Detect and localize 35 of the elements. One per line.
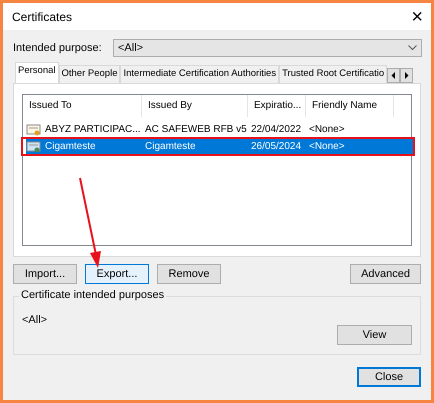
field-label: Intended purpose: [13, 42, 103, 54]
column-header[interactable]: Friendly Name [306, 95, 394, 117]
tab[interactable]: Trusted Root Certificatio [279, 65, 388, 83]
table-cell-text: Cigamteste [44, 141, 97, 152]
certificate-row[interactable]: ABYZ PARTICIPAC... AC SAFEWEB RFB v5 22/04/2022 <None> [26, 122, 411, 137]
dialog-button[interactable]: Import... [13, 264, 77, 284]
scroll-right-icon[interactable] [400, 68, 414, 83]
purposes-value: <All> [22, 314, 48, 326]
certificate-icon [26, 140, 42, 154]
table-cell-text: <None> [308, 124, 346, 135]
column-header[interactable]: Issued To [23, 95, 142, 117]
table-cell-text: 22/04/2022 [250, 124, 302, 135]
tab[interactable]: Intermediate Certification Authorities [120, 65, 280, 83]
window-title: Certificates [12, 10, 72, 24]
tab[interactable]: Other People [58, 65, 120, 83]
table-cell-text: 26/05/2024 [250, 141, 302, 152]
dialog-button[interactable]: Export... [85, 264, 149, 284]
dialog-button[interactable]: Remove [157, 264, 221, 284]
table-cell-text: ABYZ PARTICIPAC... [44, 124, 142, 135]
table-cell-text: AC SAFEWEB RFB v5 [144, 124, 248, 135]
table-cell-text: Cigamteste [144, 141, 197, 152]
scroll-left-icon[interactable] [387, 68, 400, 83]
close-button[interactable]: Close [357, 367, 421, 387]
tab[interactable]: Personal [15, 62, 58, 83]
column-header[interactable]: Expiratio... [248, 95, 306, 117]
certificate-icon [26, 122, 42, 136]
column-header[interactable]: Issued By [142, 95, 248, 117]
dialog-button[interactable]: Advanced [350, 264, 421, 284]
close-button[interactable]: × [411, 6, 423, 26]
group-title: Certificate intended purposes [19, 289, 166, 301]
table-cell-text: <None> [308, 141, 346, 152]
view-button[interactable]: View [337, 325, 412, 345]
chevron-down-icon [408, 45, 417, 51]
purpose-dropdown[interactable]: <All> [113, 39, 422, 57]
certificate-row[interactable]: Cigamteste Cigamteste 26/05/2024 <None> [26, 139, 413, 154]
